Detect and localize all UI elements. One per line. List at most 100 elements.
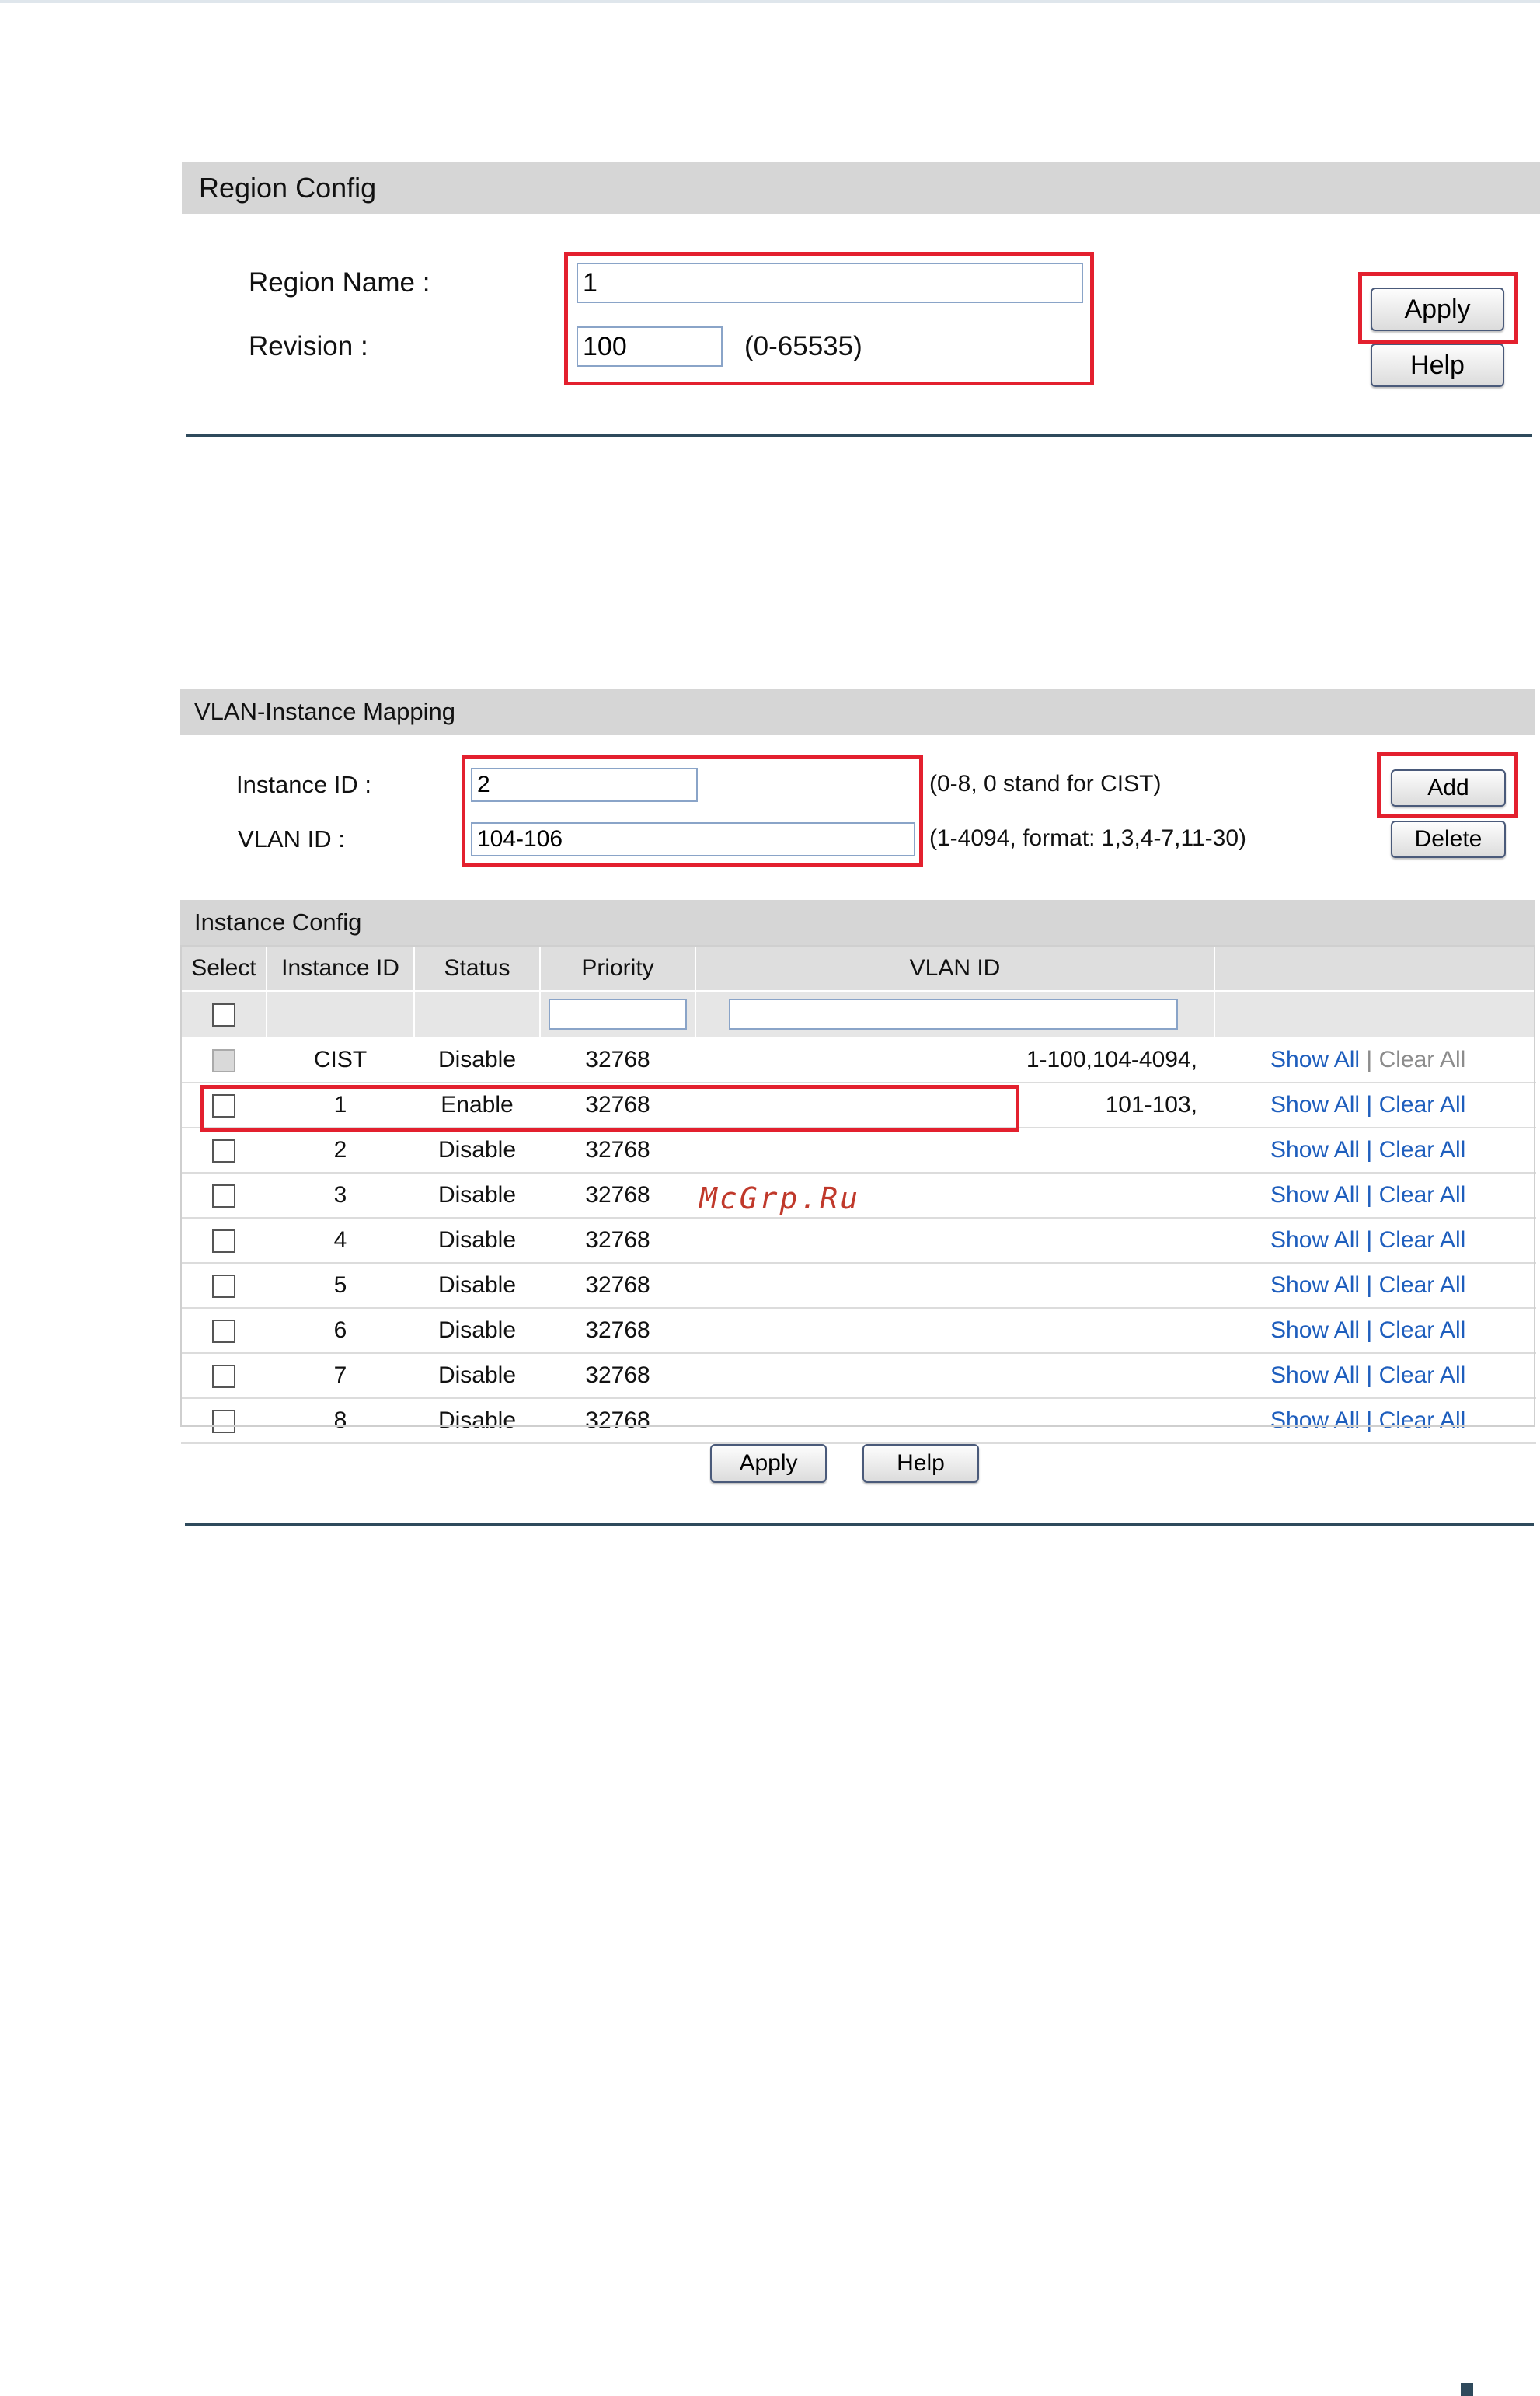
region-config-header: Region Config: [182, 162, 1540, 214]
priority-cell: 32768: [540, 1038, 695, 1083]
instance-id-cell: CIST: [267, 1038, 414, 1083]
row-actions-cell: Show All | Clear All: [1214, 1038, 1536, 1083]
row-actions-cell: Show All | Clear All: [1214, 1398, 1536, 1444]
clear-all-link[interactable]: Clear All: [1379, 1137, 1466, 1163]
instance-id-cell: 8: [267, 1398, 414, 1444]
vlan-id-cell: 1-100,104-4094,: [695, 1038, 1214, 1083]
priority-cell: 32768: [540, 1128, 695, 1174]
clear-all-link: Clear All: [1378, 1047, 1466, 1072]
clear-all-link[interactable]: Clear All: [1379, 1227, 1466, 1253]
clear-all-link[interactable]: Clear All: [1379, 1272, 1466, 1298]
table-row: 6 Disable 32768 Show All | Clear All: [181, 1308, 1536, 1354]
status-cell: Disable: [414, 1128, 540, 1174]
row-select-checkbox[interactable]: [212, 1229, 235, 1254]
table-filter-row: [180, 990, 1537, 1038]
priority-cell: 32768: [540, 1308, 695, 1354]
region-name-input[interactable]: [577, 263, 1083, 303]
vlan-id-cell: 101-103,: [695, 1083, 1214, 1128]
priority-cell: 32768: [540, 1083, 695, 1128]
show-all-link[interactable]: Show All: [1270, 1092, 1360, 1118]
filter-cell-empty: [413, 990, 541, 1038]
page-corner-mark: [1461, 2383, 1473, 2396]
show-all-link[interactable]: Show All: [1270, 1362, 1360, 1388]
row-select-checkbox[interactable]: [212, 1094, 235, 1118]
status-cell: Disable: [414, 1353, 540, 1399]
show-all-link[interactable]: Show All: [1270, 1227, 1360, 1253]
vlan-filter-input[interactable]: [729, 999, 1178, 1030]
status-cell: Disable: [414, 1218, 540, 1264]
region-name-label: Region Name :: [249, 267, 430, 298]
region-apply-button[interactable]: Apply: [1371, 288, 1504, 331]
vlan-id-cell: [695, 1308, 1214, 1354]
column-header: VLAN ID: [695, 945, 1215, 992]
show-all-link[interactable]: Show All: [1270, 1047, 1360, 1072]
delete-button[interactable]: Delete: [1391, 821, 1506, 858]
instance-id-cell: 1: [267, 1083, 414, 1128]
vlan-id-cell: [695, 1128, 1214, 1174]
vlan-id-hint: (1-4094, format: 1,3,4-7,11-30): [929, 825, 1246, 851]
priority-cell: 32768: [540, 1218, 695, 1264]
revision-label: Revision :: [249, 331, 368, 361]
link-separator: |: [1366, 1272, 1373, 1298]
link-separator: |: [1366, 1362, 1373, 1388]
row-actions-cell: Show All | Clear All: [1214, 1308, 1536, 1354]
row-select-checkbox[interactable]: [212, 1184, 235, 1208]
status-cell: Disable: [414, 1308, 540, 1354]
column-header: Status: [413, 945, 541, 992]
priority-filter-input[interactable]: [549, 999, 687, 1030]
row-select-checkbox: [212, 1049, 235, 1073]
row-select-checkbox[interactable]: [212, 1320, 235, 1344]
column-header: Instance ID: [266, 945, 415, 992]
show-all-link[interactable]: Show All: [1270, 1182, 1360, 1208]
show-all-link[interactable]: Show All: [1270, 1407, 1360, 1433]
column-header: Priority: [539, 945, 696, 992]
vlan-id-input[interactable]: [471, 822, 915, 856]
row-select-checkbox[interactable]: [212, 1365, 235, 1389]
priority-cell: 32768: [540, 1398, 695, 1444]
show-all-link[interactable]: Show All: [1270, 1137, 1360, 1163]
instance-id-cell: 7: [267, 1353, 414, 1399]
add-button[interactable]: Add: [1391, 769, 1506, 807]
instance-id-cell: 4: [267, 1218, 414, 1264]
clear-all-link[interactable]: Clear All: [1379, 1317, 1466, 1343]
priority-cell: 32768: [540, 1173, 695, 1219]
row-actions-cell: Show All | Clear All: [1214, 1263, 1536, 1309]
instance-id-hint: (0-8, 0 stand for CIST): [929, 771, 1162, 797]
instance-config-title: Instance Config: [194, 909, 362, 936]
clear-all-link[interactable]: Clear All: [1379, 1092, 1466, 1118]
vlan-id-cell: [695, 1398, 1214, 1444]
instance-id-input[interactable]: [471, 768, 698, 802]
row-select-checkbox[interactable]: [212, 1275, 235, 1299]
row-select-checkbox[interactable]: [212, 1410, 235, 1434]
show-all-link[interactable]: Show All: [1270, 1317, 1360, 1343]
table-row: CIST Disable 32768 1-100,104-4094, Show All …: [181, 1038, 1536, 1083]
mapping-section-separator: [185, 1523, 1534, 1526]
top-border: [0, 0, 1540, 3]
status-cell: Disable: [414, 1398, 540, 1444]
table-row: 5 Disable 32768 Show All | Clear All: [181, 1263, 1536, 1309]
vlan-id-cell: [695, 1263, 1214, 1309]
clear-all-link[interactable]: Clear All: [1379, 1362, 1466, 1388]
status-cell: Disable: [414, 1038, 540, 1083]
column-header: [1214, 945, 1537, 992]
vlan-mapping-title: VLAN-Instance Mapping: [194, 698, 456, 725]
show-all-link[interactable]: Show All: [1270, 1272, 1360, 1298]
table-row: 4 Disable 32768 Show All | Clear All: [181, 1218, 1536, 1264]
clear-all-link[interactable]: Clear All: [1379, 1182, 1466, 1208]
row-actions-cell: Show All | Clear All: [1214, 1128, 1536, 1174]
row-select-checkbox[interactable]: [212, 1139, 235, 1163]
link-separator: |: [1366, 1182, 1373, 1208]
region-help-button[interactable]: Help: [1371, 344, 1504, 387]
clear-all-link[interactable]: Clear All: [1379, 1407, 1466, 1433]
link-separator: |: [1366, 1092, 1373, 1118]
table-row: 1 Enable 32768 101-103, Show All | Clear All: [181, 1083, 1536, 1128]
table-apply-button[interactable]: Apply: [710, 1444, 827, 1483]
select-all-checkbox[interactable]: [212, 1003, 235, 1027]
filter-cell-empty: [266, 990, 415, 1038]
row-actions-cell: Show All | Clear All: [1214, 1083, 1536, 1128]
table-help-button[interactable]: Help: [862, 1444, 979, 1483]
instance-config-header: Instance Config: [180, 900, 1535, 945]
revision-input[interactable]: [577, 326, 723, 367]
row-actions-cell: Show All | Clear All: [1214, 1173, 1536, 1219]
link-separator: |: [1366, 1227, 1373, 1253]
